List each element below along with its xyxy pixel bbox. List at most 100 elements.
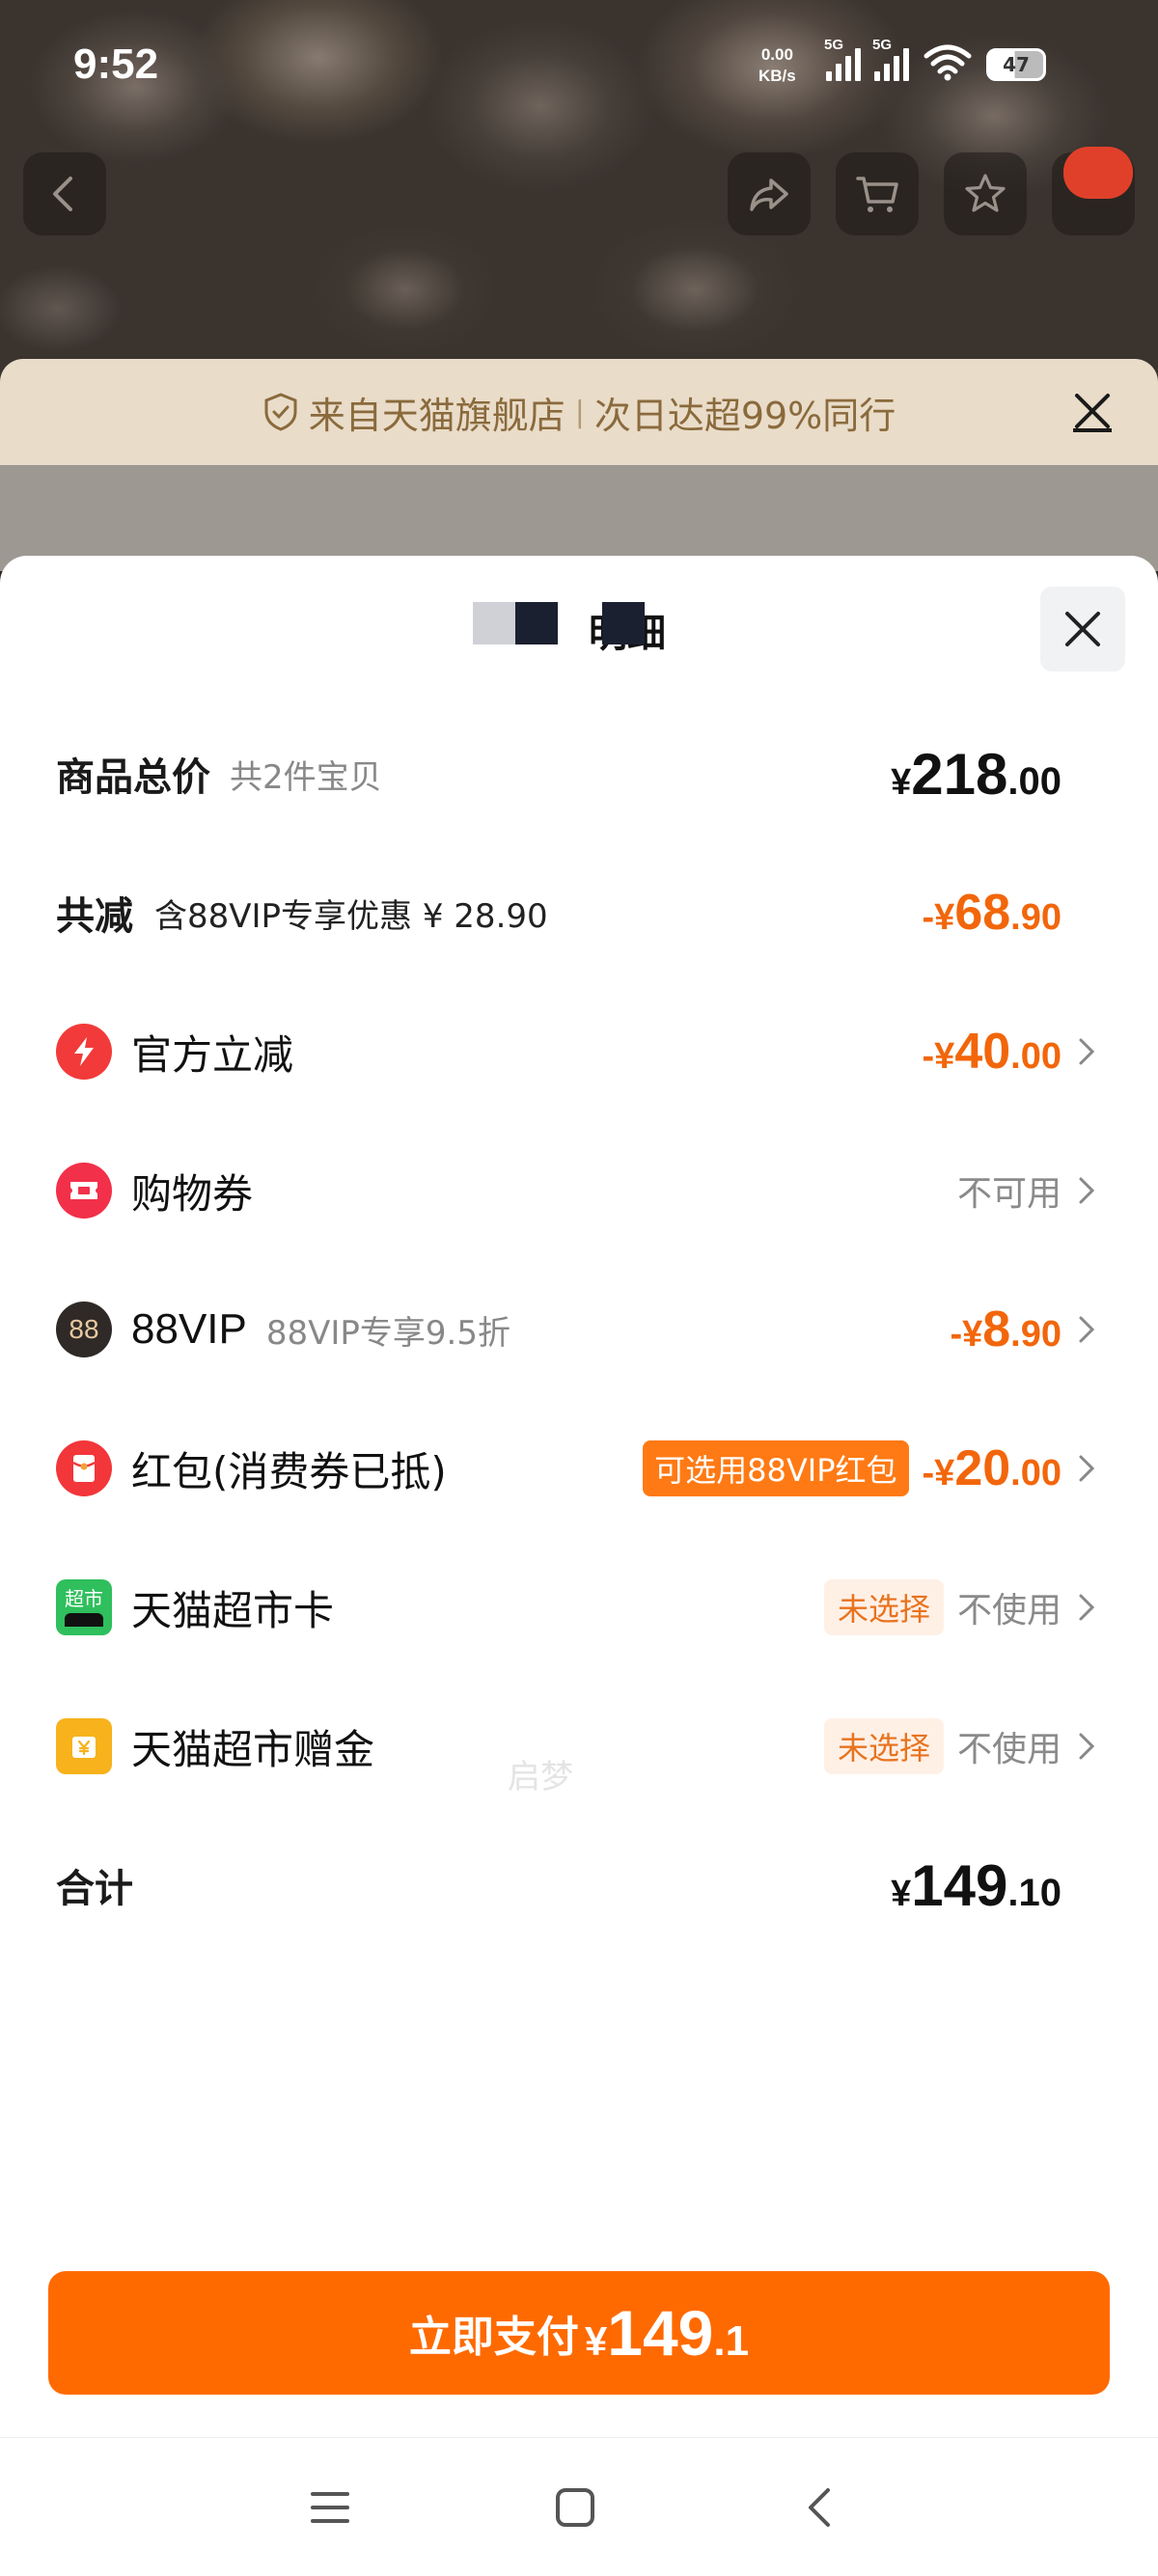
lightning-icon — [56, 1024, 112, 1080]
share-button[interactable] — [728, 152, 811, 235]
chevron-right-icon — [1079, 1316, 1095, 1343]
red-packet-amount: -¥ 20 .00 — [923, 1439, 1062, 1497]
redacted-block — [602, 602, 645, 644]
chevron-right-icon — [1079, 1177, 1095, 1204]
row-market-gift[interactable]: 天猫超市赠金 未选择 不使用 — [56, 1677, 1098, 1816]
menu-icon[interactable] — [305, 2482, 355, 2533]
currency-symbol: -¥ — [922, 1453, 955, 1494]
close-icon — [1065, 612, 1100, 646]
store-banner: 来自天猫旗舰店 | 次日达超99%同行 — [0, 359, 1158, 465]
shield-icon — [264, 393, 297, 431]
vip-discount-note: 含88VIP专享优惠 ¥ 28.90 — [154, 896, 548, 936]
message-badge — [1063, 147, 1133, 199]
back-button[interactable] — [23, 152, 106, 235]
share-icon — [750, 178, 788, 211]
status-icons: 5G 5G 47 — [824, 37, 1046, 81]
total-price-label: 商品总价 — [56, 755, 210, 800]
total-discount-amount: -¥ 68 .90 — [923, 884, 1062, 942]
sim1-label: 5G — [824, 37, 844, 53]
market-card-tag: 未选择 — [823, 1579, 944, 1635]
cart-button[interactable] — [836, 152, 919, 235]
redacted-block — [473, 602, 515, 644]
back-icon — [53, 177, 72, 211]
total-price-amount: ¥ 218 .00 — [891, 741, 1062, 808]
amount-integer: 218 — [911, 741, 1008, 807]
vip-icon-text: 88 — [69, 1314, 99, 1344]
product-top-nav — [0, 135, 1158, 251]
row-shopping-coupon[interactable]: 购物券 不可用 — [56, 1121, 1098, 1260]
chevron-right-icon — [1079, 1594, 1095, 1621]
red-packet-icon — [56, 1440, 112, 1496]
shopping-coupon-label: 购物券 — [131, 1169, 254, 1218]
amount-decimal: .00 — [1010, 1036, 1062, 1077]
pay-now-label: 立即支付 — [408, 2313, 579, 2362]
row-red-packet[interactable]: 红包(消费券已抵) 可选用88VIP红包 -¥ 20 .00 — [56, 1399, 1098, 1538]
amount-integer: 8 — [982, 1302, 1011, 1357]
star-icon — [965, 174, 1006, 212]
pay-now-button[interactable]: 立即支付 ¥ 149 .1 — [48, 2271, 1110, 2395]
banner-separator: | — [574, 395, 585, 429]
amount-integer: 149 — [607, 2297, 714, 2369]
battery-icon: 47 — [986, 48, 1046, 81]
row-market-card[interactable]: 超市 天猫超市卡 未选择 不使用 — [56, 1538, 1098, 1677]
vip-88-icon: 88 — [56, 1302, 112, 1357]
market-card-icon: 超市 — [56, 1579, 112, 1635]
amount-integer: 20 — [954, 1440, 1011, 1496]
vip-discount-amount: -¥ 8 .90 — [950, 1301, 1062, 1358]
row-88vip[interactable]: 88 88VIP 88VIP专享9.5折 -¥ 8 .90 — [56, 1260, 1098, 1399]
market-gift-label: 天猫超市赠金 — [131, 1725, 375, 1773]
coupon-status: 不可用 — [956, 1174, 1062, 1214]
sum-amount: ¥ 149 .10 — [891, 1852, 1062, 1919]
banner-text-right: 次日达超99%同行 — [593, 394, 896, 437]
favorite-button[interactable] — [944, 152, 1027, 235]
amount-decimal: .90 — [1010, 897, 1062, 938]
market-card-icon-text: 超市 — [65, 1587, 103, 1610]
vip-label: 88VIP — [131, 1305, 247, 1353]
signal-icon-sim1: 5G — [824, 37, 861, 81]
ticket-icon — [56, 1163, 112, 1219]
official-discount-amount: -¥ 40 .00 — [923, 1023, 1062, 1081]
banner-close-icon[interactable] — [1069, 388, 1116, 434]
home-icon[interactable] — [550, 2482, 600, 2533]
red-packet-label: 红包(消费券已抵) — [131, 1447, 447, 1495]
sheet-header: 明细 — [0, 556, 1158, 671]
status-bar: 9:52 0.00 KB/s 5G 5G 47 — [0, 0, 1158, 135]
total-discount-label: 共减 — [56, 894, 133, 939]
item-count: 共2件宝贝 — [230, 757, 382, 797]
wifi-icon — [924, 44, 972, 81]
vip-red-packet-tag[interactable]: 可选用88VIP红包 — [643, 1440, 909, 1496]
amount-decimal: .00 — [1010, 1453, 1062, 1494]
amount-decimal: .10 — [1007, 1871, 1062, 1914]
vip-sublabel: 88VIP专享9.5折 — [265, 1313, 510, 1353]
back-nav-icon[interactable] — [795, 2482, 845, 2533]
close-button[interactable] — [1040, 587, 1125, 671]
status-time: 9:52 — [73, 41, 159, 88]
currency-symbol: -¥ — [922, 897, 955, 938]
sum-label: 合计 — [56, 1867, 133, 1911]
market-gift-tag: 未选择 — [823, 1718, 944, 1774]
signal-icon-sim2: 5G — [872, 37, 909, 81]
currency-symbol: ¥ — [891, 761, 912, 803]
redacted-block — [515, 602, 558, 644]
amount-decimal: .1 — [713, 2317, 750, 2365]
row-total-discount: 共减 含88VIP专享优惠 ¥ 28.90 -¥ 68 .90 — [56, 843, 1098, 982]
row-sum: 合计 ¥ 149 .10 — [56, 1816, 1098, 1955]
currency-symbol: -¥ — [922, 1036, 955, 1077]
amount-integer: 149 — [911, 1852, 1008, 1918]
amount-decimal: .90 — [1010, 1314, 1062, 1355]
system-nav-bar — [0, 2437, 1158, 2576]
network-speed-value: 0.00 — [760, 45, 793, 64]
currency-symbol: ¥ — [891, 1873, 912, 1914]
row-total-price: 商品总价 共2件宝贝 ¥ 218 .00 — [56, 704, 1098, 843]
market-card-label: 天猫超市卡 — [131, 1586, 335, 1634]
pay-now-amount: ¥ 149 .1 — [585, 2296, 749, 2370]
network-speed: 0.00 KB/s — [758, 44, 796, 87]
banner-text-left: 来自天猫旗舰店 — [308, 394, 565, 437]
amount-integer: 68 — [954, 885, 1011, 941]
sim2-label: 5G — [872, 37, 893, 53]
chevron-right-icon — [1079, 1733, 1095, 1760]
amount-integer: 40 — [954, 1024, 1011, 1080]
row-official-discount[interactable]: 官方立减 -¥ 40 .00 — [56, 982, 1098, 1121]
amount-decimal: .00 — [1007, 759, 1062, 803]
market-gift-icon — [56, 1718, 112, 1774]
